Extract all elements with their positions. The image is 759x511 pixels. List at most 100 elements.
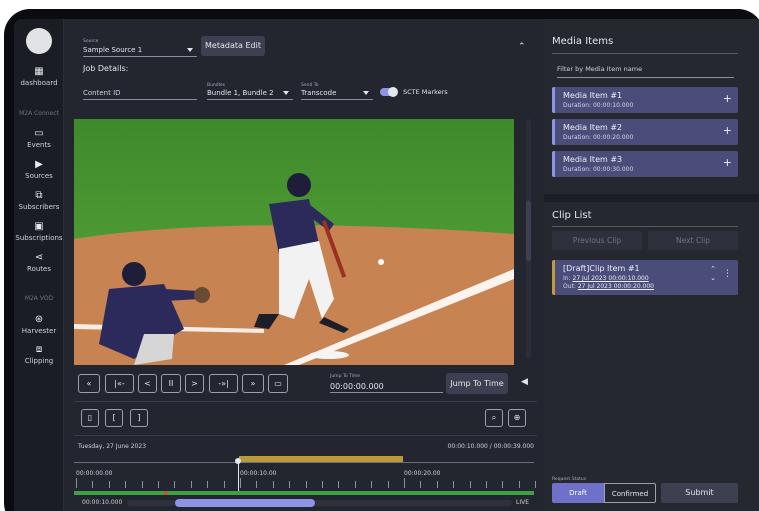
timeline-tick — [518, 481, 520, 488]
clip-in-link[interactable]: 27 Jul 2023 00:00:10.000 — [573, 275, 649, 282]
content-id-input[interactable]: Content ID — [83, 83, 197, 100]
chevron-down-icon — [363, 91, 369, 95]
playhead[interactable] — [238, 460, 239, 492]
divider — [552, 226, 738, 227]
avatar[interactable] — [26, 28, 52, 54]
jump-to-time-button[interactable]: Jump To Time — [446, 373, 508, 394]
step-back-frame-button[interactable]: |«- — [105, 374, 134, 393]
timeline-track — [74, 462, 534, 463]
media-items-card: Media Items Filter by Media Item name Me… — [544, 19, 759, 194]
sources-icon: ▶ — [35, 159, 43, 170]
timeline-tick — [76, 478, 77, 488]
sidebar-item-subscribers[interactable]: ⧉ Subscribers — [14, 190, 64, 212]
previous-button[interactable]: < — [138, 374, 157, 393]
timeline-tick — [256, 481, 258, 488]
video-player[interactable] — [74, 119, 514, 365]
timeline-tick — [289, 481, 291, 488]
timeline-tick — [469, 481, 471, 488]
timeline-tick — [190, 481, 192, 488]
timeline-marker: 00:00:00.00 — [76, 470, 113, 477]
sidebar-item-events[interactable]: ▭ Events — [14, 129, 64, 150]
editor-panel: Source Sample Source 1 Metadata Edit ⌃ J… — [64, 19, 544, 511]
video-frame — [74, 119, 514, 365]
scte-markers-label: SCTE Markers — [403, 88, 448, 96]
timeline-marker: 00:00:10.00 — [240, 470, 277, 477]
sidebar-item-clipping[interactable]: ⧈ Clipping — [14, 345, 64, 366]
subscriptions-icon: ▣ — [34, 221, 44, 232]
rewind-button[interactable]: « — [78, 374, 100, 393]
timeline-tick — [535, 481, 537, 488]
section-m2a-connect: M2A Connect — [19, 110, 59, 117]
clip-item[interactable]: [Draft]Clip Item #1 In: 27 Jul 2023 00:0… — [552, 260, 738, 295]
captions-button[interactable]: ▭ — [268, 374, 288, 393]
routes-icon: ⋖ — [34, 252, 44, 263]
metadata-edit-button[interactable]: Metadata Edit — [201, 36, 265, 56]
media-item[interactable]: Media Item #2 Duration: 00:00:20.000 + — [552, 119, 738, 145]
status-confirmed-option[interactable]: Confirmed — [604, 483, 656, 503]
bundles-select[interactable]: Bundles Bundle 1, Bundle 2 — [207, 83, 293, 100]
timeline-date: Tuesday, 27 June 2023 — [78, 443, 147, 450]
next-clip-button[interactable]: Next Clip — [648, 231, 738, 250]
timeline-time-readout: 00:00:10.000 / 00:00:39.000 — [447, 443, 534, 450]
sidebar-item-harvester[interactable]: ⊛ Harvester — [14, 314, 64, 336]
timeline-tick — [240, 478, 241, 488]
scrubber-thumb[interactable] — [175, 499, 315, 507]
timeline-tick — [338, 481, 340, 488]
status-draft-option[interactable]: Draft — [552, 483, 604, 503]
add-icon[interactable]: + — [723, 156, 732, 169]
clip-list-title: Clip List — [552, 210, 592, 221]
source-select[interactable]: Source Sample Source 1 — [83, 39, 197, 57]
collapse-icon[interactable]: ⌃ — [518, 42, 526, 52]
previous-clip-button[interactable]: Previous Clip — [552, 231, 642, 250]
chevron-down-icon — [283, 91, 289, 95]
subscribers-icon: ⧉ — [35, 190, 43, 201]
sidebar-item-dashboard[interactable]: ▦ dashboard — [14, 67, 64, 88]
volume-icon[interactable]: ◀ — [521, 377, 528, 387]
reorder-icon[interactable]: ⌃ ⌄ — [710, 265, 716, 283]
add-icon[interactable]: + — [723, 124, 732, 137]
media-items-title: Media Items — [552, 36, 614, 47]
clip-out-link[interactable]: 27 Jul 2023 00:00:20.000 — [578, 283, 654, 290]
timeline-tick — [436, 481, 438, 488]
chevron-down-icon — [187, 48, 193, 52]
editor-scroll-thumb[interactable] — [526, 201, 531, 261]
next-button[interactable]: > — [185, 374, 204, 393]
submit-button[interactable]: Submit — [661, 483, 738, 503]
timeline-tick — [158, 481, 159, 488]
section-m2a-vod: M2A VOD — [24, 295, 54, 302]
harvester-icon: ⊛ — [34, 314, 44, 325]
jump-to-time-input[interactable]: Jump To Time 00:00:00.000 — [330, 374, 443, 393]
live-label: LIVE — [516, 499, 530, 506]
app-screen: ▦ dashboard M2A Connect ▭ Events ▶ Sourc… — [14, 19, 759, 511]
media-item[interactable]: Media Item #1 Duration: 00:00:10.000 + — [552, 87, 738, 113]
step-forward-frame-button[interactable]: -»| — [209, 374, 238, 393]
more-options-icon[interactable]: ⋮ — [723, 269, 732, 279]
fast-forward-button[interactable]: » — [242, 374, 264, 393]
media-item[interactable]: Media Item #3 Duration: 00:00:30.000 + — [552, 151, 738, 177]
divider — [74, 435, 537, 436]
divider — [552, 53, 738, 54]
timeline-tick — [272, 481, 274, 488]
timeline-tick — [322, 481, 323, 488]
add-icon[interactable]: + — [723, 92, 732, 105]
zoom-out-icon[interactable]: ⌕ — [485, 409, 503, 427]
scte-markers-toggle[interactable] — [380, 87, 398, 97]
mark-out-button[interactable]: ] — [130, 409, 148, 427]
timeline-tick — [92, 481, 94, 488]
sidebar-item-routes[interactable]: ⋖ Routes — [14, 252, 64, 274]
timeline-tick — [354, 481, 356, 488]
mark-in-button[interactable]: [ — [105, 409, 123, 427]
copy-tool-button[interactable]: ▯ — [81, 409, 99, 427]
playhead-handle[interactable] — [235, 458, 241, 464]
timeline-marker: 00:00:20.00 — [404, 470, 441, 477]
pause-button[interactable]: II — [161, 374, 181, 393]
job-details-heading: Job Details: — [83, 64, 129, 73]
zoom-in-icon[interactable]: ⊕ — [508, 409, 526, 427]
timeline-tick — [404, 478, 405, 488]
sidebar-item-sources[interactable]: ▶ Sources — [14, 159, 64, 181]
sidebar-item-subscriptions[interactable]: ▣ Subscriptions — [14, 221, 64, 243]
media-filter-input[interactable]: Filter by Media Item name — [557, 65, 734, 78]
timeline-tick — [371, 481, 373, 488]
scrubber-time: 00:00:10.000 — [82, 499, 123, 506]
send-to-select[interactable]: Send To Transcode — [301, 83, 373, 100]
